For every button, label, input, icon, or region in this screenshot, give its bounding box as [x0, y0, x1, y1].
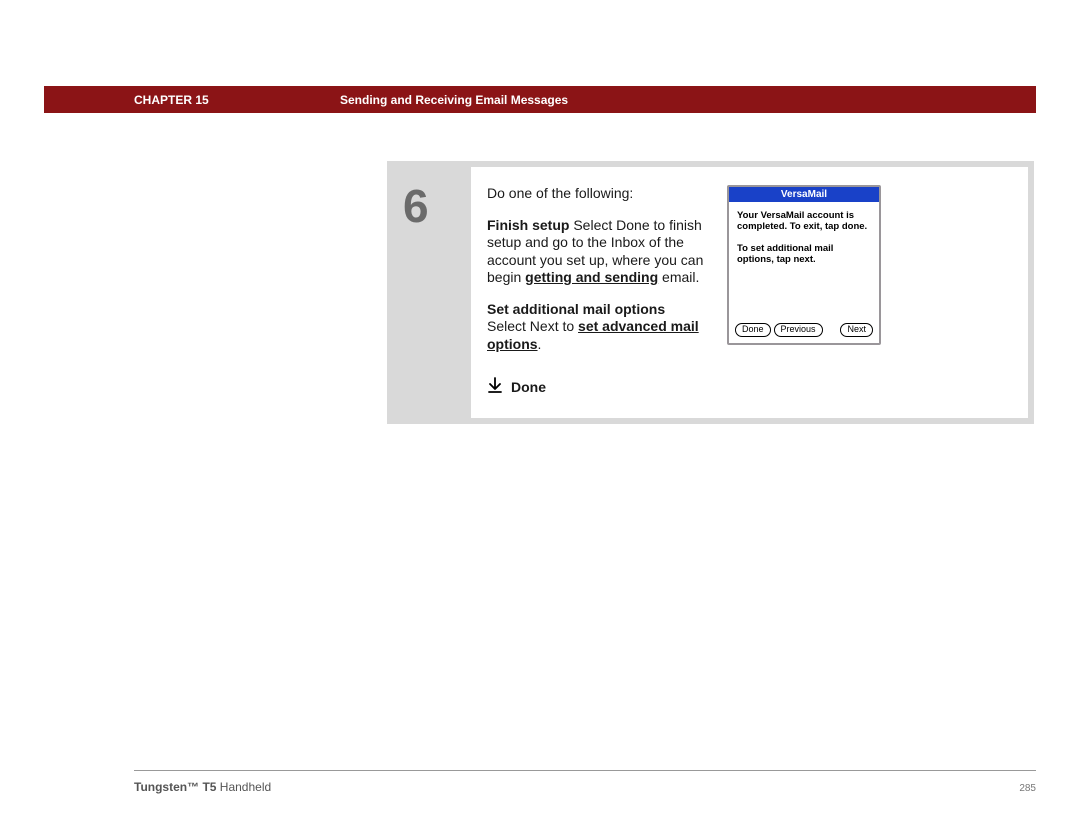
footer-rule: [134, 770, 1036, 771]
down-arrow-icon: [487, 377, 503, 398]
device-msg-additional: To set additional mail options, tap next…: [737, 243, 871, 266]
finish-setup-text2: email.: [658, 269, 699, 285]
next-button[interactable]: Next: [840, 323, 873, 337]
step-intro: Do one of the following:: [487, 185, 707, 203]
product-name-bold: Tungsten™ T5: [134, 780, 216, 794]
step-body: Do one of the following: Finish setup Se…: [471, 167, 1028, 418]
page-title: Sending and Receiving Email Messages: [340, 93, 568, 107]
done-indicator: Done: [487, 377, 707, 398]
done-button[interactable]: Done: [735, 323, 771, 337]
additional-options-text1: Select Next to: [487, 318, 578, 334]
done-label: Done: [511, 379, 546, 397]
step-inner: 6 Do one of the following: Finish setup …: [393, 167, 1028, 418]
additional-options-label: Set additional mail options: [487, 301, 665, 317]
finish-setup-paragraph: Finish setup Select Done to finish setup…: [487, 217, 707, 287]
device-frame: VersaMail Your VersaMail account is comp…: [727, 185, 881, 345]
chapter-number: CHAPTER 15: [44, 93, 340, 107]
device-body: Your VersaMail account is completed. To …: [729, 202, 879, 320]
step-panel: 6 Do one of the following: Finish setup …: [387, 161, 1034, 424]
page-number: 285: [1019, 783, 1036, 794]
previous-button[interactable]: Previous: [774, 323, 823, 337]
footer: Tungsten™ T5 Handheld 285: [134, 780, 1036, 794]
additional-options-text2: .: [538, 336, 542, 352]
device-titlebar: VersaMail: [729, 187, 879, 202]
additional-options-paragraph: Set additional mail options Select Next …: [487, 301, 707, 354]
product-name-rest: Handheld: [216, 780, 271, 794]
chapter-header: CHAPTER 15 Sending and Receiving Email M…: [44, 86, 1036, 113]
footer-product: Tungsten™ T5 Handheld: [134, 780, 271, 794]
step-number: 6: [403, 179, 471, 233]
finish-setup-label: Finish setup: [487, 217, 569, 233]
versamail-screenshot: VersaMail Your VersaMail account is comp…: [727, 185, 887, 398]
device-button-row: Done Previous Next: [729, 320, 879, 343]
step-number-column: 6: [393, 167, 471, 418]
getting-sending-link[interactable]: getting and sending: [525, 269, 658, 285]
step-instructions: Do one of the following: Finish setup Se…: [487, 185, 707, 398]
device-msg-completed: Your VersaMail account is completed. To …: [737, 210, 871, 233]
